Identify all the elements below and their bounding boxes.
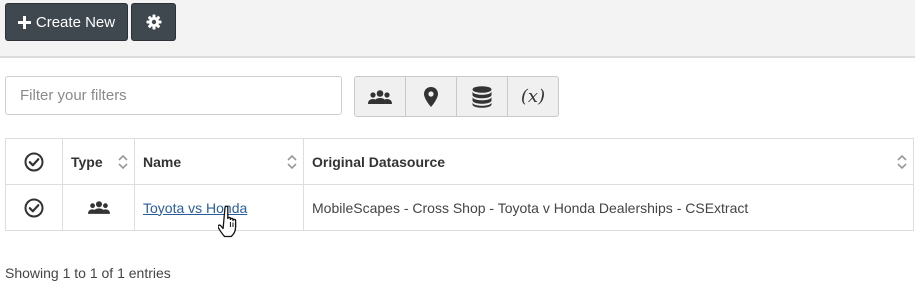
filter-type-users-button[interactable] xyxy=(355,77,406,116)
filter-type-location-button[interactable] xyxy=(406,77,457,116)
sort-icon xyxy=(897,154,907,170)
datasource-column-label: Original Datasource xyxy=(312,153,446,170)
check-circle-icon xyxy=(14,198,54,218)
top-toolbar: Create New xyxy=(0,0,915,58)
filters-table: Type Name Original Datasource Toyota vs … xyxy=(5,138,914,231)
name-column-header[interactable]: Name xyxy=(134,138,304,185)
row-type-cell xyxy=(62,184,135,231)
type-column-header[interactable]: Type xyxy=(62,138,135,185)
row-datasource-cell: MobileScapes - Cross Shop - Toyota v Hon… xyxy=(303,184,914,231)
table-header-row: Type Name Original Datasource xyxy=(5,138,914,185)
gear-icon xyxy=(146,14,162,30)
map-marker-icon xyxy=(424,86,438,107)
users-icon xyxy=(368,89,392,105)
variable-icon: (x) xyxy=(520,86,546,107)
filter-name-link[interactable]: Toyota vs Honda xyxy=(143,200,247,216)
create-new-button[interactable]: Create New xyxy=(5,3,128,41)
settings-button[interactable] xyxy=(131,3,176,41)
users-icon xyxy=(71,200,126,215)
sort-icon xyxy=(287,154,297,170)
datasource-column-header[interactable]: Original Datasource xyxy=(303,138,914,185)
row-select-cell[interactable] xyxy=(5,184,63,231)
name-column-label: Name xyxy=(143,153,182,170)
filter-type-variable-button[interactable]: (x) xyxy=(508,77,558,116)
select-all-header[interactable] xyxy=(5,138,63,185)
filter-type-datasource-button[interactable] xyxy=(457,77,508,116)
type-column-label: Type xyxy=(71,153,103,170)
table-info-text: Showing 1 to 1 of 1 entries xyxy=(5,265,171,281)
filter-type-toggle-group: (x) xyxy=(354,76,559,117)
table-row[interactable]: Toyota vs Honda MobileScapes - Cross Sho… xyxy=(5,184,914,231)
row-name-cell: Toyota vs Honda xyxy=(134,184,304,231)
create-new-label: Create New xyxy=(35,13,116,31)
check-circle-icon xyxy=(14,152,54,172)
plus-icon xyxy=(17,15,31,29)
sort-icon xyxy=(118,154,128,170)
filter-search-input[interactable] xyxy=(5,76,342,115)
database-icon xyxy=(472,85,492,108)
